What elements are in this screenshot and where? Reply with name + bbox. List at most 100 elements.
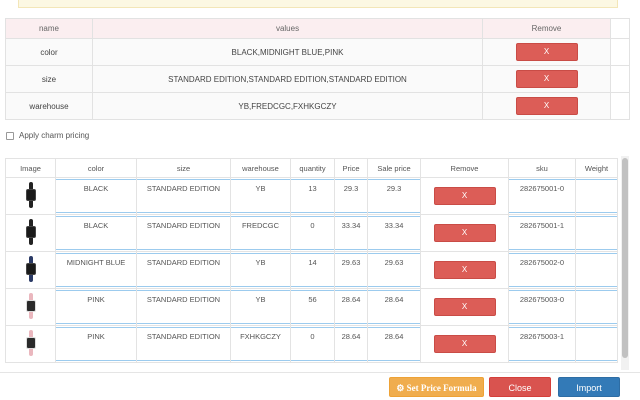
variant-weight[interactable] [575, 288, 618, 326]
black-band-icon[interactable] [25, 182, 37, 208]
remove-variant-button[interactable]: X [433, 335, 496, 353]
remove-variant-button[interactable]: X [433, 187, 496, 205]
variant-sale-price-value[interactable]: 33.34 [367, 216, 421, 250]
variant-color-value[interactable]: BLACK [55, 179, 137, 213]
remove-attribute-button[interactable]: X [515, 97, 578, 115]
variant-weight-value[interactable] [575, 327, 618, 361]
variant-sale-price[interactable]: 28.64 [367, 325, 421, 363]
variant-warehouse[interactable]: YB [230, 177, 291, 215]
variants-scrollbar[interactable] [621, 156, 629, 370]
variant-sku[interactable]: 282675003-0 [508, 288, 576, 326]
scrollbar-thumb[interactable] [622, 158, 628, 358]
variant-price[interactable]: 28.64 [334, 325, 368, 363]
variant-sale-price-value[interactable]: 29.3 [367, 179, 421, 213]
remove-variant-button[interactable]: X [433, 224, 496, 242]
variant-size-value[interactable]: STANDARD EDITION [136, 216, 231, 250]
variant-quantity-value[interactable]: 0 [290, 216, 335, 250]
remove-attribute-button[interactable]: X [515, 43, 578, 61]
variant-weight-value[interactable] [575, 179, 618, 213]
variant-quantity-value[interactable]: 14 [290, 253, 335, 287]
variant-price-value[interactable]: 29.63 [334, 253, 368, 287]
variant-quantity[interactable]: 56 [290, 288, 335, 326]
variant-size[interactable]: STANDARD EDITION [136, 177, 231, 215]
variant-price-value[interactable]: 33.34 [334, 216, 368, 250]
variant-color-value[interactable]: BLACK [55, 216, 137, 250]
variant-sale-price-value[interactable]: 29.63 [367, 253, 421, 287]
variant-price[interactable]: 33.34 [334, 214, 368, 252]
variant-color[interactable]: BLACK [55, 214, 137, 252]
variant-price[interactable]: 29.63 [334, 251, 368, 289]
variant-weight-value[interactable] [575, 216, 618, 250]
black-band-icon[interactable] [25, 219, 37, 245]
variant-quantity[interactable]: 0 [290, 325, 335, 363]
variant-sku[interactable]: 282675003-1 [508, 325, 576, 363]
variant-weight-value[interactable] [575, 290, 618, 324]
variant-warehouse-value[interactable]: YB [230, 253, 291, 287]
variant-price[interactable]: 29.3 [334, 177, 368, 215]
close-button[interactable]: Close [489, 377, 551, 397]
remove-variant-button[interactable]: X [433, 298, 496, 316]
variant-quantity-value[interactable]: 0 [290, 327, 335, 361]
variant-size[interactable]: STANDARD EDITION [136, 214, 231, 252]
variant-price[interactable]: 28.64 [334, 288, 368, 326]
variant-quantity[interactable]: 13 [290, 177, 335, 215]
variant-weight[interactable] [575, 177, 618, 215]
variant-size[interactable]: STANDARD EDITION [136, 325, 231, 363]
variant-warehouse[interactable]: FREDCGC [230, 214, 291, 252]
variant-sku[interactable]: 282675001-1 [508, 214, 576, 252]
variant-color-value[interactable]: PINK [55, 327, 137, 361]
variant-sku-value[interactable]: 282675003-0 [508, 290, 576, 324]
variant-size[interactable]: STANDARD EDITION [136, 288, 231, 326]
variant-sku-value[interactable]: 282675001-1 [508, 216, 576, 250]
variant-sku[interactable]: 282675002-0 [508, 251, 576, 289]
variant-quantity-value[interactable]: 13 [290, 179, 335, 213]
apply-charm-pricing[interactable]: Apply charm pricing [6, 131, 89, 140]
variant-size-value[interactable]: STANDARD EDITION [136, 327, 231, 361]
variant-warehouse[interactable]: FXHKGCZY [230, 325, 291, 363]
variant-warehouse-value[interactable]: FREDCGC [230, 216, 291, 250]
variant-size-value[interactable]: STANDARD EDITION [136, 179, 231, 213]
variant-weight[interactable] [575, 325, 618, 363]
import-button[interactable]: Import [558, 377, 620, 397]
variant-warehouse[interactable]: YB [230, 251, 291, 289]
remove-attribute-button[interactable]: X [515, 70, 578, 88]
variant-warehouse[interactable]: YB [230, 288, 291, 326]
pink-band-icon[interactable] [25, 293, 37, 319]
variant-color[interactable]: MIDNIGHT BLUE [55, 251, 137, 289]
variant-color[interactable]: PINK [55, 288, 137, 326]
variant-sku-value[interactable]: 282675001-0 [508, 179, 576, 213]
variant-sku-value[interactable]: 282675003-1 [508, 327, 576, 361]
variant-size-value[interactable]: STANDARD EDITION [136, 253, 231, 287]
variant-price-value[interactable]: 28.64 [334, 327, 368, 361]
variant-price-value[interactable]: 28.64 [334, 290, 368, 324]
variant-weight[interactable] [575, 251, 618, 289]
variant-color-value[interactable]: MIDNIGHT BLUE [55, 253, 137, 287]
variant-warehouse-value[interactable]: FXHKGCZY [230, 327, 291, 361]
variant-size-value[interactable]: STANDARD EDITION [136, 290, 231, 324]
variant-weight-value[interactable] [575, 253, 618, 287]
variant-color-value[interactable]: PINK [55, 290, 137, 324]
variant-sku-value[interactable]: 282675002-0 [508, 253, 576, 287]
variant-warehouse-value[interactable]: YB [230, 179, 291, 213]
variant-quantity-value[interactable]: 56 [290, 290, 335, 324]
variant-sale-price[interactable]: 28.64 [367, 288, 421, 326]
variant-size[interactable]: STANDARD EDITION [136, 251, 231, 289]
variant-sale-price-value[interactable]: 28.64 [367, 290, 421, 324]
variant-quantity[interactable]: 14 [290, 251, 335, 289]
blue-band-icon[interactable] [25, 256, 37, 282]
variant-weight[interactable] [575, 214, 618, 252]
variant-sale-price[interactable]: 29.63 [367, 251, 421, 289]
variant-sale-price-value[interactable]: 28.64 [367, 327, 421, 361]
variant-quantity[interactable]: 0 [290, 214, 335, 252]
variant-warehouse-value[interactable]: YB [230, 290, 291, 324]
charm-pricing-checkbox[interactable] [6, 131, 14, 140]
variant-price-value[interactable]: 29.3 [334, 179, 368, 213]
variant-color[interactable]: BLACK [55, 177, 137, 215]
remove-variant-button[interactable]: X [433, 261, 496, 279]
variant-sale-price[interactable]: 33.34 [367, 214, 421, 252]
variant-color[interactable]: PINK [55, 325, 137, 363]
set-price-formula-button[interactable]: ⚙ Set Price Formula [389, 377, 484, 397]
variant-sku[interactable]: 282675001-0 [508, 177, 576, 215]
pink-band-icon[interactable] [25, 330, 37, 356]
variant-sale-price[interactable]: 29.3 [367, 177, 421, 215]
